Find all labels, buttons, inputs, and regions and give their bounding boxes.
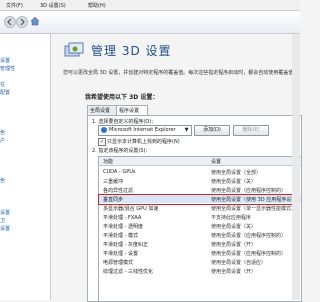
feature-setting: 使用全局设置（应用程序控制的） (211, 233, 287, 239)
page-title: 管理 3D 设置 (91, 44, 172, 58)
page-description: 您可以更改全局 3D 设置，并创建对特定程序的覆盖值。每次这些指定程序启动时，都… (63, 70, 299, 76)
feature-setting: 使用全局设置（关） (211, 179, 257, 185)
table-row-selected[interactable]: 垂直同步 使用全局设置（使用 3D 应用程序设置） (99, 195, 301, 203)
main-content: 管理 3D 设置 您可以更改全局 3D 设置，并创建对特定程序的覆盖值。每次这些… (51, 34, 302, 302)
feature-setting: 使用全局设置（开） (211, 269, 257, 275)
3d-settings-icon (64, 42, 84, 57)
table-row[interactable]: 纹理过滤 - 三线性优化 使用全局设置（开） (99, 267, 301, 275)
table-row[interactable]: 多显示器/混合 GPU 加速 使用全局设置（单一显示器性能模式） (99, 204, 301, 212)
feature-name: 平滑处理 - 设置 (103, 251, 138, 257)
program-settings-panel: 1. 选择要自定义的程序(O)： Microsoft Internet Expl… (87, 115, 302, 302)
back-button[interactable] (4, 16, 16, 28)
table-row[interactable]: 平滑处理 - 设置 使用全局设置（应用程序控制的） (99, 249, 301, 257)
table-row[interactable]: 平滑处理 - 灰度纠正 使用全局设置（开） (99, 240, 301, 248)
feature-name: 垂直同步 (103, 197, 124, 203)
home-button[interactable] (30, 16, 40, 26)
feature-name: CUDA - GPUs (103, 169, 136, 175)
menu-3d-settings[interactable]: 3D 设置(S) (40, 2, 66, 9)
sidebar-item[interactable]: 色 (0, 177, 5, 184)
sidebar-item[interactable]: 卫 (0, 217, 5, 224)
step2-label: 2. 指定该程序的设置(S)： (92, 148, 151, 154)
forward-arrow-icon (20, 18, 25, 26)
column-header-setting: 设置 (211, 159, 222, 165)
feature-setting: 使用全局设置（开） (211, 242, 257, 248)
sidebar-item[interactable]: 设置 (0, 225, 10, 232)
sidebar-item[interactable]: 配置 (0, 89, 10, 96)
feature-name: 各向异性过滤 (103, 188, 134, 194)
feature-setting: 使用全局设置（应用程序控制的） (211, 188, 287, 194)
feature-setting: 使用全局设置（应用程序控制的） (211, 251, 287, 257)
sidebar-item[interactable]: 户 (0, 137, 5, 144)
chevron-down-icon: ▼ (184, 127, 189, 133)
remove-button[interactable]: 删除(E) (233, 125, 269, 136)
sidebar-item[interactable]: 设置 (0, 209, 10, 216)
feature-name: 平滑处理 - 灰度纠正 (103, 242, 148, 248)
feature-settings-table: 功能 设置 CUDA - GPUs 使用全局设置（全部） 三重缓冲 使用全局设置（关… (98, 156, 302, 302)
feature-setting: 不支持此应用程序 (211, 215, 252, 221)
toolbar (0, 11, 300, 34)
feature-name: 平滑处理 - FXAA (103, 215, 142, 221)
feature-name: 电源管理模式 (103, 260, 134, 266)
feature-name: 平滑处理 - 透明度 (103, 224, 143, 230)
sidebar-item[interactable]: 设置 (0, 57, 10, 64)
table-row[interactable]: 三重缓冲 使用全局设置（关） (99, 177, 301, 185)
section-heading: 我希望使用以下 3D 设置： (85, 94, 159, 101)
forward-button[interactable] (16, 16, 28, 28)
feature-name: 多显示器/混合 GPU 加速 (103, 206, 159, 212)
menubar: 文件(F) 3D 设置(S) 帮助(H) (0, 0, 300, 11)
program-select[interactable]: Microsoft Internet Explorer ▼ (98, 125, 192, 136)
menu-help[interactable]: 帮助(H) (88, 2, 106, 9)
add-button[interactable]: 添加(D) (194, 125, 230, 136)
program-select-value: Microsoft Internet Explorer (109, 127, 176, 133)
feature-setting: 使用全局设置（关） (211, 224, 257, 230)
column-header-feature: 功能 (103, 159, 114, 165)
vertical-scrollbar[interactable] (292, 34, 300, 300)
sidebar-item[interactable]: 色 (0, 129, 5, 136)
feature-setting-dropdown[interactable]: 使用全局设置（使用 3D 应用程序设置） (211, 196, 301, 203)
home-icon (30, 16, 40, 26)
sidebar-item[interactable]: 管理性 (0, 65, 15, 72)
menu-file[interactable]: 文件(F) (6, 2, 23, 9)
sidebar-item[interactable]: 在 (0, 81, 5, 88)
only-show-found-label: 只显示本计算机上找到的程序(N) (107, 139, 180, 145)
feature-name: 平滑处理 - 模式 (103, 233, 138, 239)
only-show-found-checkbox[interactable]: ✓ (98, 138, 106, 146)
internet-explorer-icon (101, 127, 107, 133)
table-header: 功能 设置 (99, 157, 301, 166)
feature-setting: 使用全局设置（单一显示器性能模式） (211, 206, 297, 212)
table-row[interactable]: CUDA - GPUs 使用全局设置（全部） (99, 168, 301, 176)
sidebar: 设置 管理性 在 配置 色 户 色 设置 卫 设置 (0, 34, 51, 300)
table-row[interactable]: 平滑处理 - FXAA 不支持此应用程序 (99, 213, 301, 221)
table-row[interactable]: 电源管理模式 使用全局设置（自适应） (99, 258, 301, 266)
table-row[interactable]: 各向异性过滤 使用全局设置（应用程序控制的） (99, 186, 301, 194)
back-arrow-icon (7, 18, 12, 26)
step1-label: 1. 选择要自定义的程序(O)： (92, 119, 157, 125)
feature-name: 三重缓冲 (103, 179, 124, 185)
feature-setting: 使用全局设置（全部） (211, 170, 262, 176)
table-row[interactable]: 平滑处理 - 模式 使用全局设置（应用程序控制的） (99, 231, 301, 239)
feature-name: 纹理过滤 - 三线性优化 (103, 269, 153, 275)
table-row[interactable]: 平滑处理 - 透明度 使用全局设置（关） (99, 222, 301, 230)
feature-setting: 使用全局设置（自适应） (211, 260, 267, 266)
